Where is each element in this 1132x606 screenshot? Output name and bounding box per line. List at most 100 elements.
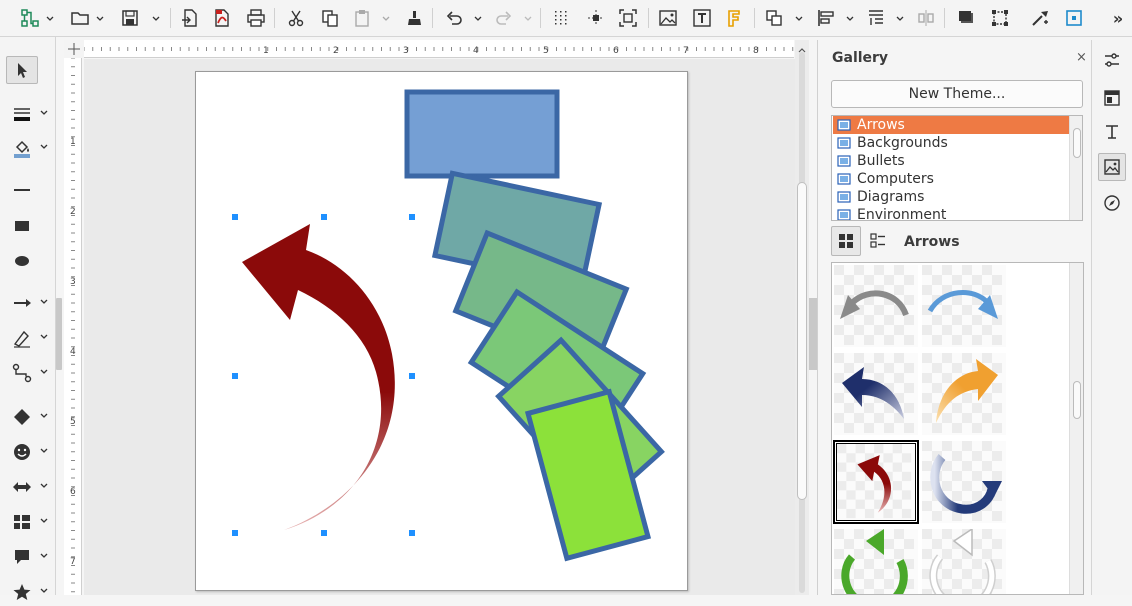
- styles-icon[interactable]: [1098, 118, 1126, 146]
- toggle-points-icon[interactable]: [1028, 6, 1052, 30]
- copy-icon[interactable]: [318, 6, 342, 30]
- scroll-thumb[interactable]: [1073, 128, 1081, 158]
- chevron-down-icon[interactable]: [40, 448, 48, 454]
- flowchart-icon[interactable]: [6, 508, 38, 536]
- selection-handle[interactable]: [232, 373, 238, 379]
- chevron-down-icon[interactable]: [46, 16, 54, 22]
- gallery-item[interactable]: [834, 265, 918, 347]
- transformations-icon[interactable]: [762, 6, 786, 30]
- select-icon[interactable]: [6, 56, 38, 84]
- close-icon[interactable]: ×: [1076, 50, 1087, 65]
- export-icon[interactable]: [178, 6, 202, 30]
- sidebar-splitter[interactable]: [56, 298, 62, 370]
- export-pdf-icon[interactable]: [210, 6, 234, 30]
- gallery-item[interactable]: [922, 441, 1006, 523]
- chevron-down-icon[interactable]: [896, 16, 904, 22]
- redo-icon[interactable]: [492, 6, 516, 30]
- vertical-ruler[interactable]: 1 2 3 4 5 6 7: [64, 58, 82, 595]
- rectangle-icon[interactable]: [6, 212, 38, 240]
- arrange-icon[interactable]: [864, 6, 888, 30]
- theme-list-item[interactable]: Bullets: [833, 152, 1069, 170]
- drawing-canvas[interactable]: [84, 59, 795, 595]
- ellipse-icon[interactable]: [6, 247, 38, 275]
- chevron-down-icon[interactable]: [40, 553, 48, 559]
- new-theme-button[interactable]: New Theme...: [831, 80, 1083, 108]
- selection-handle[interactable]: [232, 214, 238, 220]
- align-icon[interactable]: [814, 6, 838, 30]
- chevron-down-icon[interactable]: [40, 483, 48, 489]
- page-icon[interactable]: [1098, 84, 1126, 112]
- vertical-scrollbar[interactable]: [795, 40, 809, 595]
- chevron-down-icon[interactable]: [382, 16, 390, 22]
- theme-list-item[interactable]: Environment: [833, 206, 1069, 220]
- gallery-item[interactable]: [922, 265, 1006, 347]
- gallery-item[interactable]: [834, 353, 918, 435]
- chevron-down-icon[interactable]: [40, 369, 48, 375]
- curve-icon[interactable]: [6, 324, 38, 352]
- theme-list-item[interactable]: Arrows: [833, 116, 1069, 134]
- theme-list-item[interactable]: Computers: [833, 170, 1069, 188]
- chevron-down-icon[interactable]: [846, 16, 854, 22]
- scroll-up-icon[interactable]: [798, 42, 806, 53]
- list-scrollbar[interactable]: [1069, 116, 1082, 220]
- open-icon[interactable]: [68, 6, 92, 30]
- chevron-down-icon[interactable]: [40, 334, 48, 340]
- fontwork-icon[interactable]: [722, 6, 746, 30]
- chevron-down-icon[interactable]: [524, 16, 532, 22]
- block-arrows-icon[interactable]: [6, 473, 38, 501]
- gallery-item[interactable]: [834, 529, 918, 594]
- theme-list[interactable]: Environment Diagrams Computers Bullets Backg…: [831, 115, 1083, 221]
- more-icon[interactable]: »: [1106, 6, 1130, 30]
- glue-points-icon[interactable]: [1062, 6, 1086, 30]
- gallery-item[interactable]: [922, 529, 1006, 594]
- properties-icon[interactable]: [1098, 46, 1126, 74]
- crop-icon[interactable]: [988, 6, 1012, 30]
- scroll-thumb[interactable]: [797, 182, 807, 500]
- grid-scrollbar[interactable]: [1069, 263, 1083, 594]
- detail-view-button[interactable]: [863, 226, 893, 256]
- print-icon[interactable]: [244, 6, 268, 30]
- selection-handle[interactable]: [321, 214, 327, 220]
- shadow-icon[interactable]: [954, 6, 978, 30]
- stack-rectangle[interactable]: [404, 89, 560, 179]
- cut-icon[interactable]: [284, 6, 308, 30]
- gallery-icon[interactable]: [1098, 153, 1126, 181]
- chevron-down-icon[interactable]: [40, 144, 48, 150]
- chevron-down-icon[interactable]: [40, 110, 48, 116]
- chevron-down-icon[interactable]: [40, 299, 48, 305]
- connector-icon[interactable]: [6, 359, 38, 387]
- horizontal-ruler[interactable]: 1 2 3 4 5 6 7 8: [84, 40, 794, 58]
- rectangle-stack[interactable]: [404, 89, 665, 562]
- navigator-icon[interactable]: [1098, 189, 1126, 217]
- undo-icon[interactable]: [442, 6, 466, 30]
- chevron-down-icon[interactable]: [795, 16, 803, 22]
- page[interactable]: [195, 71, 688, 591]
- chevron-down-icon[interactable]: [40, 413, 48, 419]
- selection-handle[interactable]: [409, 530, 415, 536]
- symbol-shapes-icon[interactable]: [6, 438, 38, 466]
- chevron-down-icon[interactable]: [474, 16, 482, 22]
- gallery-item[interactable]: [922, 353, 1006, 435]
- callouts-icon[interactable]: [6, 543, 38, 571]
- line-color-icon[interactable]: [6, 100, 38, 128]
- basic-shapes-icon[interactable]: [6, 403, 38, 431]
- stars-icon[interactable]: [6, 578, 38, 606]
- icon-view-button[interactable]: [831, 226, 861, 256]
- gallery-items[interactable]: [831, 262, 1084, 595]
- helplines-icon[interactable]: [584, 6, 608, 30]
- paste-icon[interactable]: [350, 6, 374, 30]
- clone-formatting-icon[interactable]: [402, 6, 426, 30]
- chevron-down-icon[interactable]: [96, 16, 104, 22]
- selection-handle[interactable]: [232, 530, 238, 536]
- fill-color-icon[interactable]: [6, 134, 38, 162]
- zoom-pan-icon[interactable]: [616, 6, 640, 30]
- line-icon[interactable]: [6, 176, 38, 204]
- chevron-down-icon[interactable]: [40, 588, 48, 594]
- chevron-down-icon[interactable]: [152, 16, 160, 22]
- selection-handle[interactable]: [409, 214, 415, 220]
- insert-textbox-icon[interactable]: [690, 6, 714, 30]
- selection-handle[interactable]: [409, 373, 415, 379]
- arrow-line-icon[interactable]: [6, 289, 38, 317]
- connector-icon[interactable]: [18, 6, 42, 30]
- scroll-thumb[interactable]: [1073, 381, 1081, 419]
